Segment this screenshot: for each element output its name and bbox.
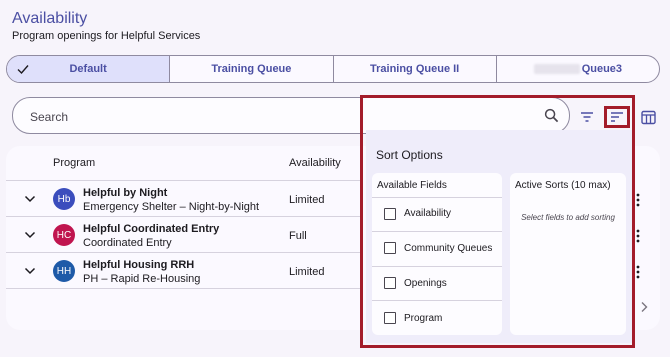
tab-training-queue-ii-label: Training Queue II bbox=[370, 63, 460, 75]
kebab-icon[interactable] bbox=[636, 229, 640, 243]
redacted-text bbox=[533, 64, 580, 74]
column-header-program[interactable]: Program bbox=[53, 157, 95, 169]
kebab-icon[interactable] bbox=[636, 265, 640, 279]
chevron-down-icon[interactable] bbox=[24, 195, 36, 203]
tab-default-label: Default bbox=[69, 63, 107, 75]
availability-value: Limited bbox=[289, 266, 325, 278]
tab-training-queue[interactable]: Training Queue bbox=[170, 56, 334, 82]
queue-tabs: Default Training Queue Training Queue II… bbox=[6, 55, 660, 83]
program-type: Emergency Shelter – Night-by-Night bbox=[83, 201, 260, 213]
columns-icon[interactable] bbox=[641, 110, 656, 125]
availability-value: Full bbox=[289, 230, 307, 242]
program-name: Helpful Coordinated Entry bbox=[83, 223, 220, 235]
page-subtitle: Program openings for Helpful Services bbox=[12, 30, 201, 42]
row-divider bbox=[6, 216, 360, 217]
tab-queue3-label: Queue3 bbox=[581, 63, 623, 75]
row-divider bbox=[6, 180, 360, 181]
tab-queue3[interactable]: Queue3 bbox=[497, 56, 659, 82]
chevron-right-icon[interactable] bbox=[640, 301, 648, 313]
tab-default[interactable]: Default bbox=[7, 56, 171, 82]
tab-training-queue-label: Training Queue bbox=[211, 63, 292, 75]
annotation-highlight bbox=[360, 95, 635, 348]
kebab-icon[interactable] bbox=[636, 193, 640, 207]
row-divider bbox=[6, 252, 360, 253]
program-name: Helpful Housing RRH bbox=[83, 259, 195, 271]
page-title: Availability bbox=[12, 10, 88, 27]
program-type: PH – Rapid Re-Housing bbox=[83, 273, 201, 285]
avatar: HC bbox=[53, 224, 75, 246]
program-type: Coordinated Entry bbox=[83, 237, 172, 249]
column-header-availability[interactable]: Availability bbox=[289, 157, 341, 169]
program-name: Helpful by Night bbox=[83, 187, 168, 199]
chevron-down-icon[interactable] bbox=[24, 231, 36, 239]
chevron-down-icon[interactable] bbox=[24, 267, 36, 275]
row-divider bbox=[6, 288, 360, 289]
search-placeholder: Search bbox=[30, 110, 69, 124]
avatar: HH bbox=[53, 260, 75, 282]
avatar: Hb bbox=[53, 188, 75, 210]
availability-value: Limited bbox=[289, 194, 325, 206]
tab-training-queue-ii[interactable]: Training Queue II bbox=[334, 56, 497, 82]
check-icon bbox=[17, 65, 29, 75]
